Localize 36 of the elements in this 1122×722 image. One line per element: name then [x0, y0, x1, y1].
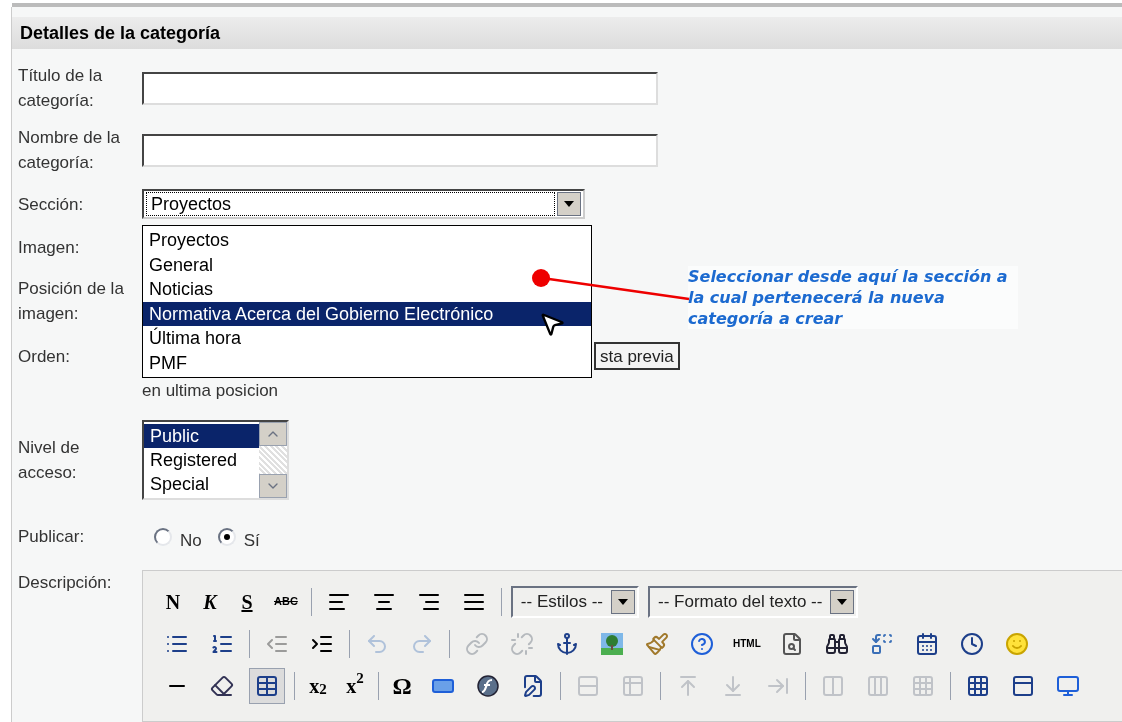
format-select[interactable]: -- Estilos --	[510, 585, 639, 618]
field-label: Posición de la imagen:	[18, 278, 125, 325]
format-button[interactable]: HTML	[729, 627, 765, 660]
format-button[interactable]: x$^{2}$	[341, 669, 369, 702]
format-button[interactable]: ABC	[270, 585, 302, 618]
annotation-text: Seleccionar desde aquí la sección a la cual pertenecerá la nueva categoría a crear	[688, 266, 1018, 329]
field-label: Orden:	[18, 345, 71, 368]
field-label: Nombre de la categoría:	[18, 127, 122, 174]
field-label: Nivel de acceso:	[18, 437, 81, 484]
listbox-option[interactable]: Public	[144, 424, 259, 448]
field-label: Sección:	[18, 193, 85, 216]
order-note: en ultima posicion	[142, 382, 280, 400]
section-select[interactable]: Proyectos	[142, 189, 585, 219]
access-listbox[interactable]: Public Registered Special	[142, 420, 289, 500]
format-button[interactable]: S	[233, 585, 261, 618]
dropdown-option[interactable]: Noticias	[143, 277, 591, 302]
format-button[interactable]: x$_{2}$	[304, 669, 332, 702]
dropdown-option[interactable]: Última hora	[143, 326, 591, 351]
format-button[interactable]: N	[159, 585, 187, 618]
format-select[interactable]: -- Formato del texto --	[648, 585, 859, 618]
dropdown-option[interactable]: General	[143, 252, 591, 277]
field-label: Título de la categoría:	[18, 65, 104, 112]
preview-button[interactable]: sta previa	[594, 342, 680, 370]
radio-label: No	[180, 530, 202, 552]
format-button[interactable]: K	[196, 585, 224, 618]
dropdown-option[interactable]: PMF	[143, 350, 591, 375]
field-label: Imagen:	[18, 237, 81, 259]
format-button[interactable]: Ω	[388, 669, 416, 702]
listbox-option[interactable]: Registered	[144, 448, 259, 472]
section-header: Detalles de la categoría	[12, 17, 1122, 49]
dropdown-option[interactable]: Normativa Acerca del Gobierno Electrónico	[143, 301, 591, 326]
dropdown-option[interactable]: Proyectos	[143, 228, 591, 253]
radio-label: Sí	[243, 530, 260, 552]
listbox-option[interactable]: Special	[144, 472, 259, 496]
field-label: Descripción:	[18, 571, 113, 594]
field-label: Publicar:	[18, 526, 86, 549]
